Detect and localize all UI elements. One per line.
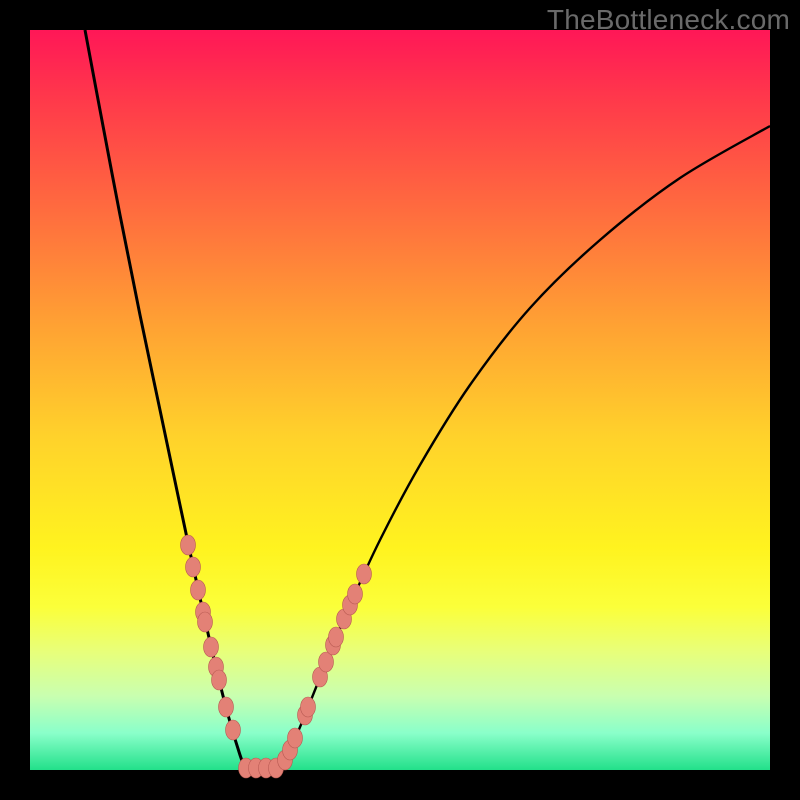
chart-svg (30, 30, 770, 770)
left-branch-marker (226, 720, 241, 740)
curve-left-branch (85, 30, 245, 768)
curve-paths (85, 30, 770, 768)
left-branch-marker (212, 670, 227, 690)
right-branch-marker (288, 728, 303, 748)
right-branch-marker (357, 564, 372, 584)
left-branch-marker (204, 637, 219, 657)
left-branch-marker (198, 612, 213, 632)
right-branch-marker (329, 627, 344, 647)
left-branch-marker (181, 535, 196, 555)
plot-area (30, 30, 770, 770)
curve-markers (181, 535, 372, 778)
chart-frame: TheBottleneck.com (0, 0, 800, 800)
left-branch-marker (191, 580, 206, 600)
right-branch-marker (301, 697, 316, 717)
left-branch-marker (219, 697, 234, 717)
curve-right-branch (280, 126, 770, 768)
left-branch-marker (186, 557, 201, 577)
right-branch-marker (348, 584, 363, 604)
